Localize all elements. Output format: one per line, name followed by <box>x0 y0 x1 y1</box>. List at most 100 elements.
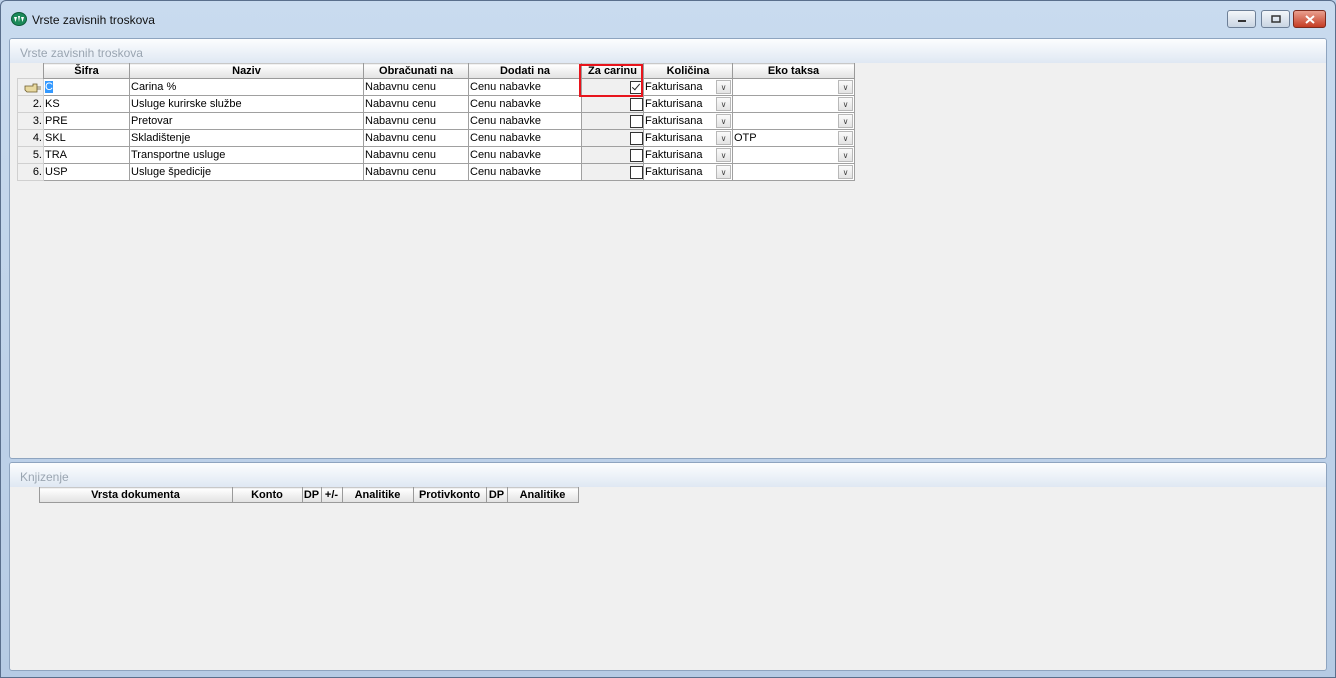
kolicina-combobox[interactable]: Fakturisana ∨ <box>645 165 731 179</box>
column-header-protivkonto[interactable]: Protivkonto <box>412 487 487 503</box>
costs-panel: Vrste zavisnih troskova Šifra Naziv Obra… <box>9 38 1327 459</box>
eko-taksa-combobox[interactable]: ∨ <box>734 165 853 179</box>
cell-kolicina[interactable]: Fakturisana ∨ <box>643 112 733 130</box>
column-header-sifra[interactable]: Šifra <box>43 63 130 79</box>
eko-taksa-combobox[interactable]: ∨ <box>734 80 853 94</box>
za-carinu-checkbox[interactable] <box>630 165 643 179</box>
cell-sifra[interactable]: C <box>43 78 130 96</box>
table-row[interactable]: 5. TRA Transportne usluge Nabavnu cenu C… <box>17 146 855 164</box>
cell-obracunati-na[interactable]: Nabavnu cenu <box>363 163 469 181</box>
cell-naziv[interactable]: Usluge kurirske službe <box>129 95 364 113</box>
cell-eko-taksa[interactable]: ∨ <box>732 78 855 96</box>
cell-eko-taksa[interactable]: ∨ <box>732 146 855 164</box>
column-header-vrsta-dokumenta[interactable]: Vrsta dokumenta <box>38 487 233 503</box>
cell-kolicina[interactable]: Fakturisana ∨ <box>643 146 733 164</box>
column-header-dp-2[interactable]: DP <box>485 487 508 503</box>
eko-taksa-combobox[interactable]: ∨ <box>734 148 853 162</box>
cell-naziv[interactable]: Carina % <box>129 78 364 96</box>
cell-dodati-na[interactable]: Cenu nabavke <box>468 129 582 147</box>
chevron-down-icon[interactable]: ∨ <box>838 165 853 179</box>
table-row[interactable]: 2. KS Usluge kurirske službe Nabavnu cen… <box>17 95 855 113</box>
cell-dodati-na[interactable]: Cenu nabavke <box>468 163 582 181</box>
table-row[interactable]: 4. SKL Skladištenje Nabavnu cenu Cenu na… <box>17 129 855 147</box>
za-carinu-checkbox[interactable] <box>630 80 643 94</box>
table-row[interactable]: 6. USP Usluge špedicije Nabavnu cenu Cen… <box>17 163 855 181</box>
close-button[interactable] <box>1293 10 1326 28</box>
row-indicator[interactable] <box>17 78 44 96</box>
cell-sifra[interactable]: SKL <box>43 129 130 147</box>
cell-kolicina[interactable]: Fakturisana ∨ <box>643 129 733 147</box>
cell-obracunati-na[interactable]: Nabavnu cenu <box>363 78 469 96</box>
kolicina-combobox[interactable]: Fakturisana ∨ <box>645 80 731 94</box>
column-header-za-carinu[interactable]: Za carinu <box>581 63 644 79</box>
chevron-down-icon[interactable]: ∨ <box>716 80 731 94</box>
minimize-button[interactable] <box>1227 10 1256 28</box>
chevron-down-icon[interactable]: ∨ <box>838 80 853 94</box>
za-carinu-checkbox[interactable] <box>630 148 643 162</box>
cell-kolicina[interactable]: Fakturisana ∨ <box>643 95 733 113</box>
cell-naziv[interactable]: Transportne usluge <box>129 146 364 164</box>
cell-obracunati-na[interactable]: Nabavnu cenu <box>363 129 469 147</box>
row-number[interactable]: 3. <box>17 112 44 130</box>
cell-naziv[interactable]: Skladištenje <box>129 129 364 147</box>
chevron-down-icon[interactable]: ∨ <box>716 148 731 162</box>
column-header-kolicina[interactable]: Količina <box>643 63 733 79</box>
eko-taksa-combobox[interactable]: ∨ <box>734 114 853 128</box>
column-header-dodati-na[interactable]: Dodati na <box>468 63 582 79</box>
cell-dodati-na[interactable]: Cenu nabavke <box>468 95 582 113</box>
chevron-down-icon[interactable]: ∨ <box>716 165 731 179</box>
chevron-down-icon[interactable]: ∨ <box>716 114 731 128</box>
column-header-konto[interactable]: Konto <box>231 487 303 503</box>
column-header-naziv[interactable]: Naziv <box>129 63 364 79</box>
cell-kolicina[interactable]: Fakturisana ∨ <box>643 78 733 96</box>
chevron-down-icon[interactable]: ∨ <box>838 131 853 145</box>
kolicina-combobox[interactable]: Fakturisana ∨ <box>645 97 731 111</box>
eko-taksa-value: OTP <box>734 132 757 144</box>
cell-sifra[interactable]: KS <box>43 95 130 113</box>
column-header-plus-minus[interactable]: +/- <box>320 487 343 503</box>
kolicina-combobox[interactable]: Fakturisana ∨ <box>645 114 731 128</box>
title-bar[interactable]: Vrste zavisnih troskova <box>1 1 1335 33</box>
cell-eko-taksa[interactable]: ∨ <box>732 163 855 181</box>
cell-naziv[interactable]: Usluge špedicije <box>129 163 364 181</box>
cell-dodati-na[interactable]: Cenu nabavke <box>468 78 582 96</box>
kolicina-combobox[interactable]: Fakturisana ∨ <box>645 148 731 162</box>
cell-kolicina[interactable]: Fakturisana ∨ <box>643 163 733 181</box>
maximize-button[interactable] <box>1261 10 1290 28</box>
chevron-down-icon[interactable]: ∨ <box>838 114 853 128</box>
za-carinu-checkbox[interactable] <box>630 114 643 128</box>
eko-taksa-combobox[interactable]: ∨ <box>734 97 853 111</box>
chevron-down-icon[interactable]: ∨ <box>716 97 731 111</box>
cell-eko-taksa[interactable]: ∨ <box>732 95 855 113</box>
row-number[interactable]: 4. <box>17 129 44 147</box>
row-number[interactable]: 5. <box>17 146 44 164</box>
cell-obracunati-na[interactable]: Nabavnu cenu <box>363 146 469 164</box>
chevron-down-icon[interactable]: ∨ <box>838 97 853 111</box>
cell-eko-taksa[interactable]: OTP ∨ <box>732 129 855 147</box>
table-row[interactable]: 3. PRE Pretovar Nabavnu cenu Cenu nabavk… <box>17 112 855 130</box>
chevron-down-icon[interactable]: ∨ <box>716 131 731 145</box>
column-header-dp[interactable]: DP <box>301 487 322 503</box>
chevron-down-icon[interactable]: ∨ <box>838 148 853 162</box>
cell-sifra[interactable]: USP <box>43 163 130 181</box>
eko-taksa-combobox[interactable]: OTP ∨ <box>734 131 853 145</box>
row-number[interactable]: 6. <box>17 163 44 181</box>
cell-obracunati-na[interactable]: Nabavnu cenu <box>363 112 469 130</box>
cell-sifra[interactable]: PRE <box>43 112 130 130</box>
za-carinu-checkbox[interactable] <box>630 131 643 145</box>
row-number[interactable]: 2. <box>17 95 44 113</box>
table-row[interactable]: C Carina % Nabavnu cenu Cenu nabavke Fak… <box>17 78 855 96</box>
column-header-eko-taksa[interactable]: Eko taksa <box>732 63 855 79</box>
column-header-analitike[interactable]: Analitike <box>341 487 414 503</box>
column-header-obracunati-na[interactable]: Obračunati na <box>363 63 469 79</box>
cell-naziv[interactable]: Pretovar <box>129 112 364 130</box>
column-header-analitike-2[interactable]: Analitike <box>506 487 579 503</box>
kolicina-combobox[interactable]: Fakturisana ∨ <box>645 131 731 145</box>
za-carinu-checkbox[interactable] <box>630 97 643 111</box>
cell-obracunati-na[interactable]: Nabavnu cenu <box>363 95 469 113</box>
cell-dodati-na[interactable]: Cenu nabavke <box>468 112 582 130</box>
cell-dodati-na[interactable]: Cenu nabavke <box>468 146 582 164</box>
cell-za-carinu <box>581 112 644 130</box>
cell-eko-taksa[interactable]: ∨ <box>732 112 855 130</box>
cell-sifra[interactable]: TRA <box>43 146 130 164</box>
